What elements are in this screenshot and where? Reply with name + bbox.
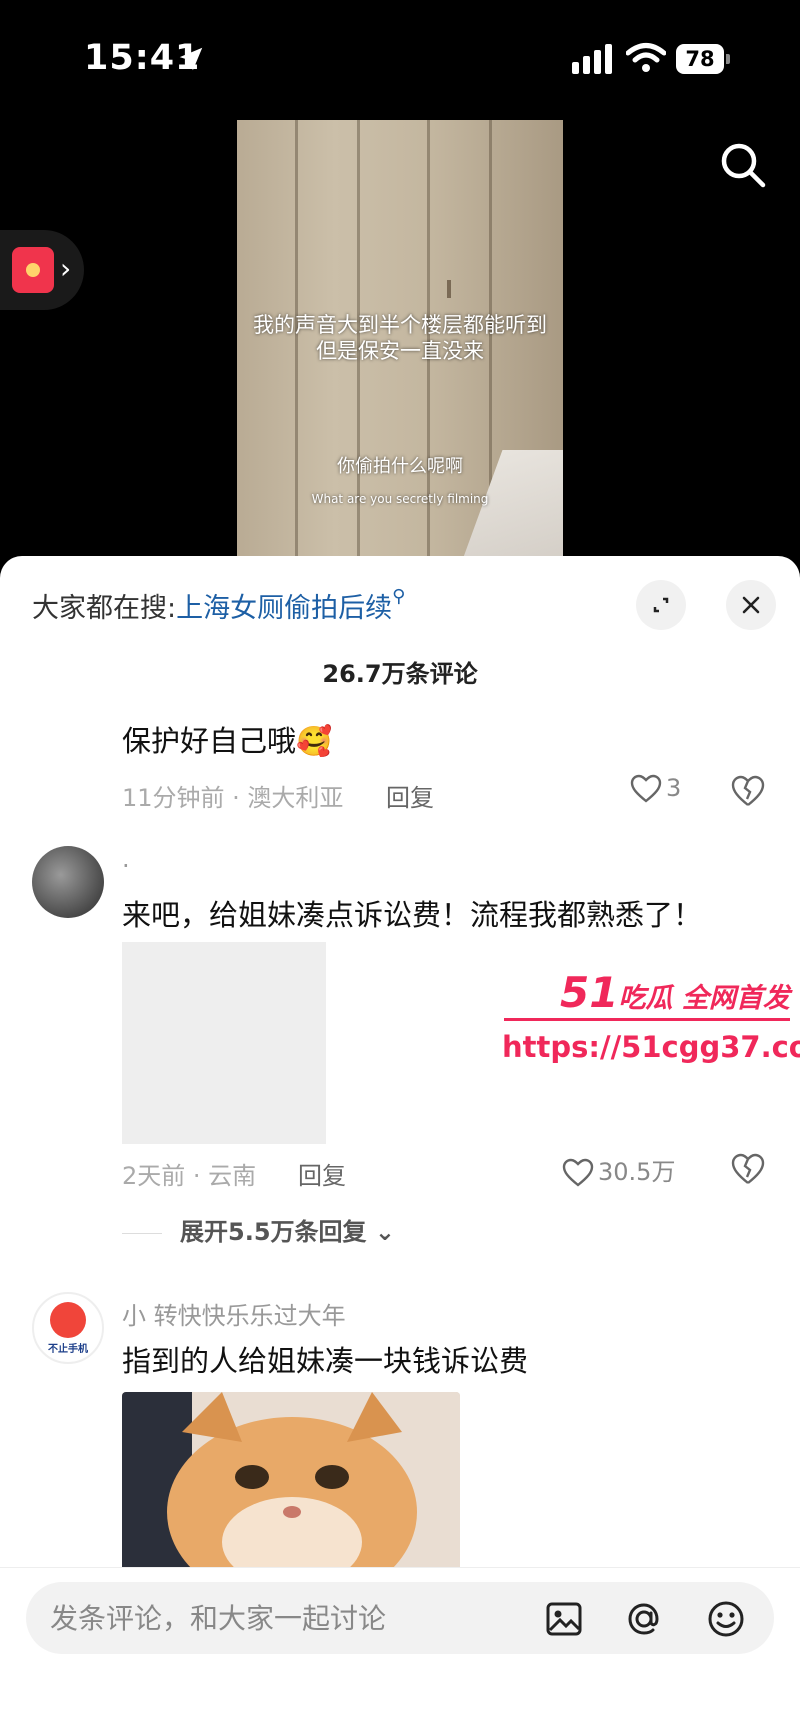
image-icon[interactable] bbox=[544, 1599, 584, 1639]
expand-replies-button[interactable]: 展开5.5万条回复 ⌄ bbox=[122, 1212, 395, 1247]
status-bar: 15:41 78 bbox=[0, 0, 800, 120]
watermark-divider bbox=[504, 1018, 790, 1021]
comment-input-pill bbox=[26, 1582, 774, 1654]
close-button[interactable] bbox=[726, 580, 776, 630]
video-subtitle-en: What are you secretly filming bbox=[311, 492, 489, 506]
comment-text: 指到的人给姐妹凑一块钱诉讼费 bbox=[122, 1344, 529, 1378]
comment-sheet: 大家都在搜:上海女厕偷拍后续⚲ 26.7万条评论 保护好自己哦🥰 11分钟前 ·… bbox=[0, 556, 800, 1735]
search-icon[interactable] bbox=[718, 140, 768, 190]
chevron-right-icon: › bbox=[60, 252, 72, 285]
red-packet-coin bbox=[26, 263, 40, 277]
expand-icon bbox=[653, 597, 669, 613]
expand-button[interactable] bbox=[636, 580, 686, 630]
dislike-icon[interactable] bbox=[730, 774, 766, 808]
mention-icon[interactable] bbox=[624, 1599, 664, 1639]
like-button[interactable]: 3 bbox=[630, 774, 681, 804]
cellular-signal-icon bbox=[572, 44, 612, 74]
comment-username[interactable]: 小 转快快乐乐过大年 bbox=[122, 1296, 346, 1331]
dislike-icon[interactable] bbox=[730, 1152, 766, 1186]
red-packet-button[interactable]: › bbox=[0, 230, 84, 310]
like-count: 3 bbox=[666, 774, 682, 802]
watermark-brand-number: 51 bbox=[560, 968, 619, 1017]
video-subtitle-cn: 你偷拍什么呢啊 bbox=[337, 456, 463, 477]
video-caption-line2: 但是保安一直没来 bbox=[316, 339, 484, 363]
avatar-logo-circle bbox=[50, 1302, 86, 1338]
trending-search-prefix: 大家都在搜: bbox=[32, 593, 177, 624]
avatar-logo-text: 不止手机 bbox=[48, 1344, 88, 1355]
like-count: 30.5万 bbox=[598, 1158, 676, 1186]
expand-replies-label: 展开5.5万条回复 bbox=[180, 1218, 367, 1246]
search-small-icon: ⚲ bbox=[392, 586, 406, 607]
comment-text: 来吧，给姐妹凑点诉讼费！流程我都熟悉了！ bbox=[122, 898, 703, 932]
comment-count: 26.7万条评论 bbox=[322, 660, 478, 688]
watermark-brand-text: 吃瓜 全网首发 bbox=[618, 983, 790, 1014]
comment-username[interactable]: · bbox=[122, 852, 130, 880]
avatar[interactable] bbox=[32, 846, 104, 918]
door-handle bbox=[447, 280, 451, 298]
heart-icon bbox=[630, 774, 662, 803]
comment-time-location: 2天前 · 云南 bbox=[122, 1162, 257, 1190]
battery-indicator: 78 bbox=[676, 44, 730, 74]
trending-search-bar[interactable]: 大家都在搜:上海女厕偷拍后续⚲ bbox=[32, 586, 405, 625]
comment-input[interactable] bbox=[50, 1582, 550, 1654]
divider bbox=[122, 1232, 162, 1234]
watermark-url: https://51cgg37.com bbox=[502, 1030, 800, 1064]
comment-text: 保护好自己哦🥰 bbox=[122, 724, 333, 758]
watermark-brand: 51吃瓜 全网首发 bbox=[560, 968, 790, 1017]
reply-button[interactable]: 回复 bbox=[298, 1156, 346, 1191]
close-icon bbox=[742, 596, 760, 614]
heart-icon bbox=[562, 1158, 594, 1187]
trending-search-term[interactable]: 上海女厕偷拍后续 bbox=[176, 593, 392, 624]
comment-time-location: 11分钟前 · 澳大利亚 bbox=[122, 784, 344, 812]
video-caption-line1: 我的声音大到半个楼层都能听到 bbox=[253, 313, 547, 337]
video-player[interactable]: 我的声音大到半个楼层都能听到 但是保安一直没来 你偷拍什么呢啊 What are… bbox=[237, 120, 563, 560]
emoji-icon[interactable] bbox=[706, 1599, 746, 1639]
red-packet-icon bbox=[12, 247, 54, 293]
comment-image[interactable] bbox=[122, 942, 326, 1144]
cat-meme-image[interactable] bbox=[122, 1392, 460, 1582]
avatar[interactable]: 不止手机 bbox=[32, 1292, 104, 1364]
reply-button[interactable]: 回复 bbox=[386, 778, 434, 813]
chevron-down-icon: ⌄ bbox=[366, 1218, 395, 1246]
location-arrow-icon bbox=[179, 47, 203, 71]
battery-level: 78 bbox=[676, 44, 724, 74]
cat-illustration bbox=[122, 1392, 460, 1582]
battery-tip bbox=[726, 54, 730, 64]
like-button[interactable]: 30.5万 bbox=[562, 1152, 675, 1188]
wifi-icon bbox=[626, 43, 666, 72]
comment-input-bar bbox=[0, 1567, 800, 1735]
